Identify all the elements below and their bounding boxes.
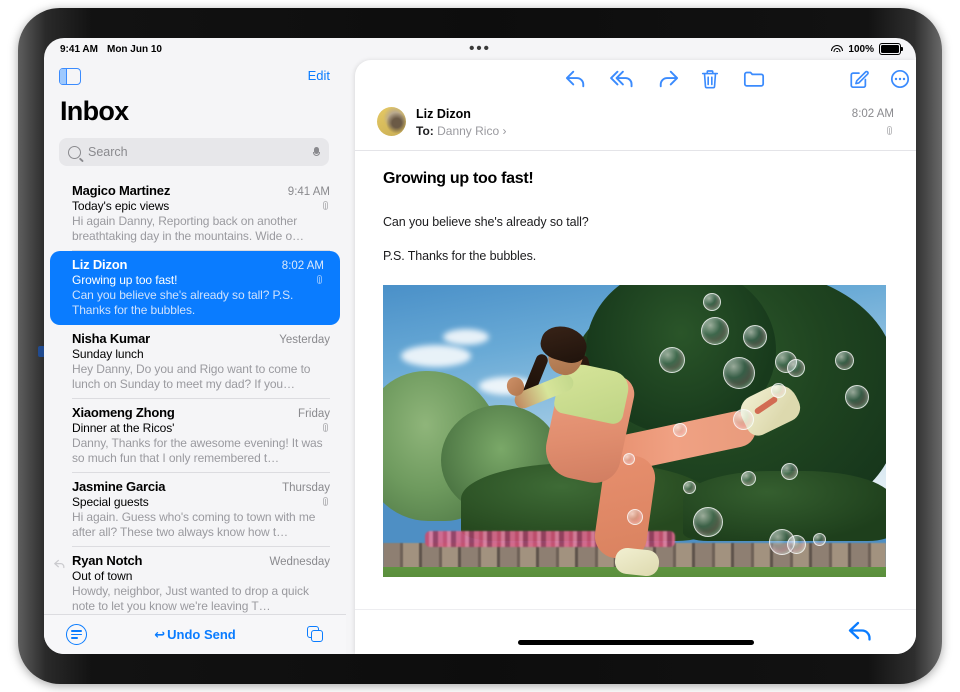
more-circle-icon[interactable] — [890, 69, 912, 89]
list-item-subject: Dinner at the Ricos' — [72, 421, 175, 435]
list-item-preview: Hi again. Guess who's coming to town wit… — [72, 510, 316, 539]
paperclip-icon — [321, 200, 330, 212]
list-item[interactable]: Jasmine Garcia Thursday Special guests Hi a… — [44, 473, 346, 547]
list-item-preview: Hi again Danny, Reporting back on anothe… — [72, 214, 304, 243]
list-item-subject: Special guests — [72, 495, 149, 509]
forward-icon[interactable] — [657, 69, 679, 89]
multitasking-control[interactable]: ••• — [44, 41, 916, 56]
list-item-sender: Jasmine Garcia — [72, 479, 166, 494]
list-item[interactable]: Ryan Notch Wednesday Out of town Howdy, nei… — [44, 547, 346, 615]
battery-full-icon — [879, 43, 903, 55]
status-bar: 9:41 AM Mon Jun 10 ••• 100% — [44, 38, 916, 60]
edit-button[interactable]: Edit — [308, 68, 330, 83]
undo-arrow-icon: ↩ — [154, 626, 166, 642]
list-item-sender: Ryan Notch — [72, 553, 143, 568]
list-item-time: Yesterday — [279, 334, 330, 346]
list-item-time: Friday — [298, 408, 330, 420]
list-item-preview: Hey Danny, Do you and Rigo want to come … — [72, 362, 311, 391]
to-label: To: — [416, 124, 434, 138]
sidebar-toggle-icon[interactable] — [59, 68, 81, 85]
list-bottom-toolbar: ↩ Undo Send — [44, 614, 346, 654]
reading-toolbar — [355, 60, 916, 96]
list-item-subject: Today's epic views — [72, 199, 170, 213]
list-item-sender: Magico Martinez — [72, 183, 171, 198]
list-item-subject: Sunday lunch — [72, 347, 144, 361]
recipient-line[interactable]: To: Danny Rico › — [416, 124, 506, 138]
message-header: Liz Dizon To: Danny Rico › 8:02 AM — [355, 96, 916, 151]
list-item-subject: Out of town — [72, 569, 133, 583]
reply-all-icon[interactable] — [610, 69, 633, 89]
page-title: Inbox — [60, 96, 129, 126]
search-icon — [68, 145, 81, 159]
message-paragraph-2: P.S. Thanks for the bubbles. — [383, 249, 537, 263]
paperclip-icon — [885, 126, 894, 137]
search-input[interactable]: Search — [59, 138, 329, 166]
list-item[interactable]: Liz Dizon 8:02 AM Growing up too fast! Can … — [50, 251, 340, 325]
sender-name: Liz Dizon — [416, 107, 471, 121]
list-item-subject: Growing up too fast! — [72, 273, 178, 287]
list-item-time: 9:41 AM — [287, 186, 330, 198]
paperclip-icon — [315, 274, 324, 286]
compose-icon[interactable] — [849, 69, 871, 89]
reply-icon[interactable] — [565, 69, 587, 89]
message-paragraph-1: Can you believe she's already so tall? — [383, 215, 589, 229]
undo-send-button[interactable]: ↩ Undo Send — [44, 627, 346, 643]
replied-icon — [54, 556, 65, 569]
list-item-time: Thursday — [282, 482, 330, 494]
list-item-preview: Danny, Thanks for the awesome evening! I… — [72, 436, 323, 465]
list-item[interactable]: Xiaomeng Zhong Friday Dinner at the Ricos'… — [44, 399, 346, 473]
message-subject: Growing up too fast! — [383, 170, 534, 187]
status-bar-right: 100% — [831, 43, 903, 55]
list-item[interactable]: Nisha Kumar Yesterday Sunday lunch Hey Dann… — [44, 325, 346, 399]
chevron-right-icon: › — [502, 124, 507, 138]
undo-send-label: Undo Send — [167, 626, 236, 642]
reply-icon[interactable] — [848, 620, 874, 642]
recipient-name: Danny Rico — [437, 124, 500, 138]
list-item-time: Wednesday — [269, 556, 330, 568]
wifi-icon — [831, 44, 844, 54]
list-item-sender: Liz Dizon — [72, 257, 128, 272]
message-list[interactable]: Magico Martinez 9:41 AM Today's epic views… — [44, 177, 346, 615]
message-reading-pane: Liz Dizon To: Danny Rico › 8:02 AM Growi… — [355, 60, 916, 654]
paperclip-icon — [321, 422, 330, 434]
microphone-icon[interactable] — [313, 146, 320, 158]
reading-bottom-bar — [355, 609, 916, 654]
battery-percent-label: 100% — [848, 43, 874, 55]
list-item-preview: Howdy, neighbor, Just wanted to drop a q… — [72, 584, 309, 613]
trash-icon[interactable] — [700, 69, 722, 89]
list-item-preview: Can you believe she's already so tall? P… — [72, 288, 294, 317]
list-item-time: 8:02 AM — [281, 260, 324, 272]
list-item[interactable]: Magico Martinez 9:41 AM Today's epic views… — [44, 177, 346, 251]
duplicate-icon[interactable] — [307, 626, 324, 643]
list-top-bar: Edit — [44, 60, 346, 96]
ipad-screen: 9:41 AM Mon Jun 10 ••• 100% Edit Inbox S… — [44, 38, 916, 654]
girl-leaping-with-bubbles-photo[interactable] — [383, 285, 886, 577]
list-item-sender: Nisha Kumar — [72, 331, 150, 346]
search-placeholder: Search — [88, 145, 128, 159]
ipad-device-frame: 9:41 AM Mon Jun 10 ••• 100% Edit Inbox S… — [18, 8, 942, 684]
home-indicator — [517, 640, 754, 645]
avatar — [377, 107, 406, 136]
paperclip-icon — [321, 496, 330, 508]
list-item-sender: Xiaomeng Zhong — [72, 405, 175, 420]
mail-list-pane: Edit Inbox Search Magico Martinez 9:41 AM… — [44, 60, 346, 654]
message-time: 8:02 AM — [851, 108, 894, 120]
folder-icon[interactable] — [743, 69, 765, 89]
